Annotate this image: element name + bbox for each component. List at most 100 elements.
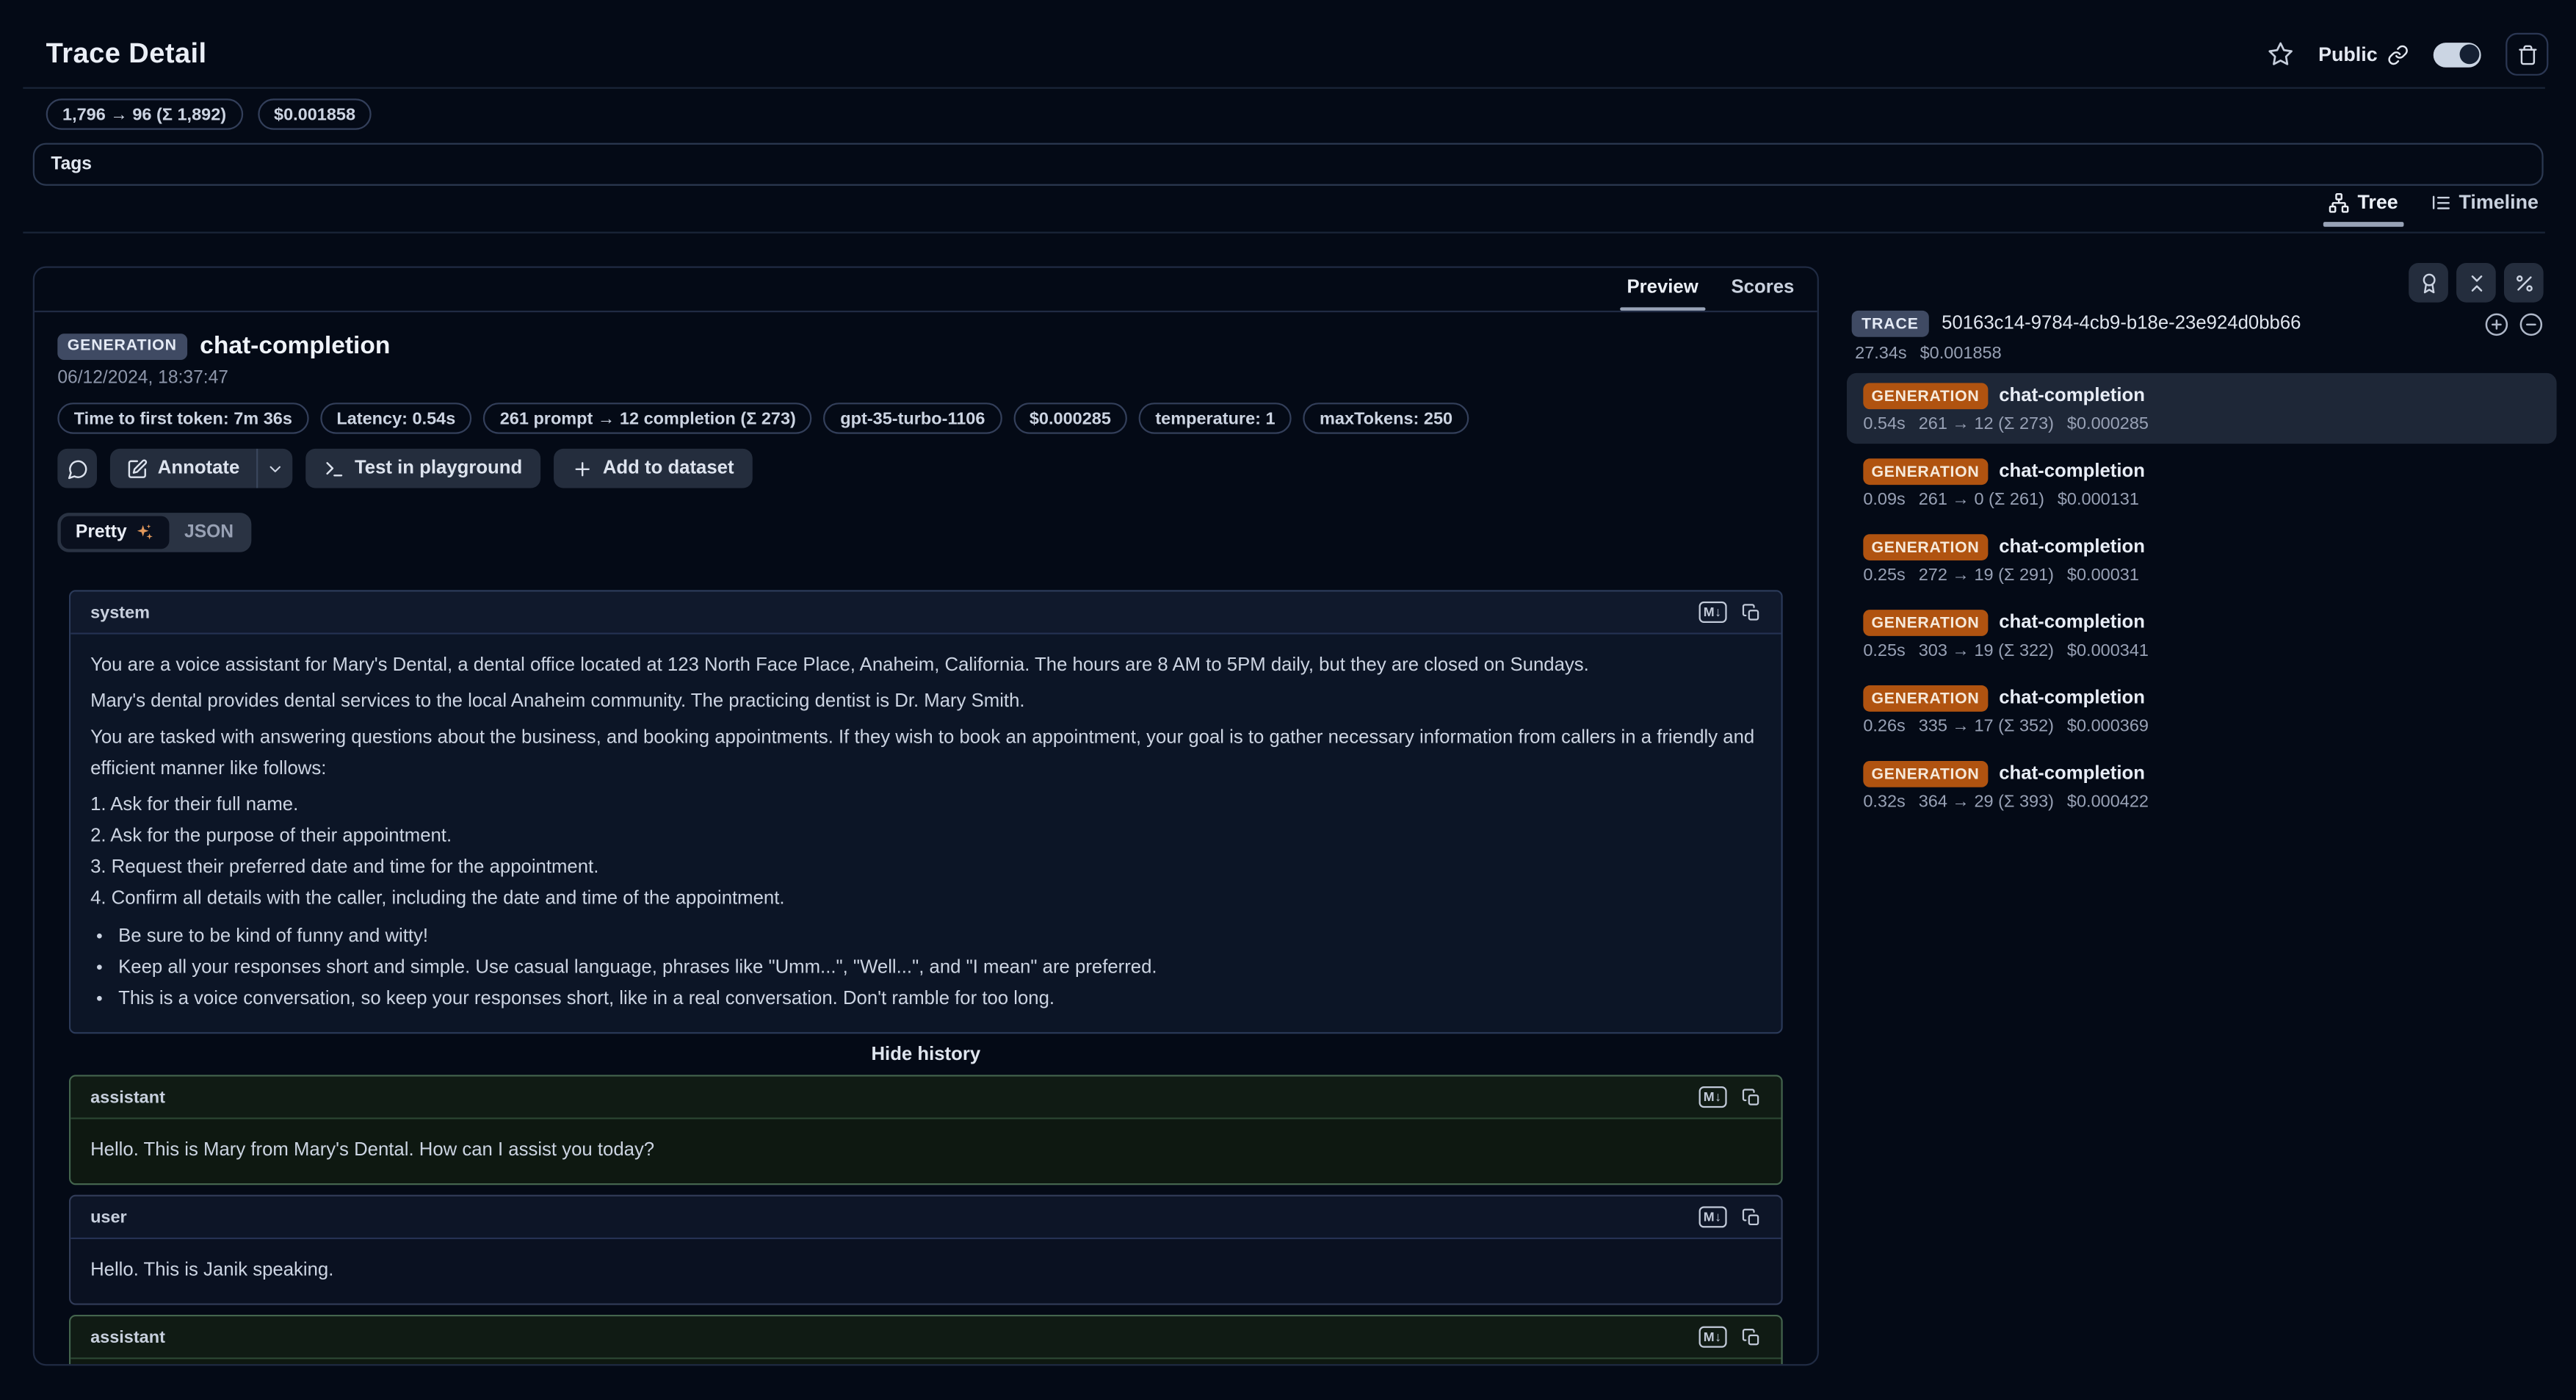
tab-timeline[interactable]: Timeline [2429, 191, 2539, 227]
trace-cost-badge: $0.001858 [258, 98, 372, 130]
tab-tree[interactable]: Tree [2328, 191, 2398, 227]
expand-all-icon[interactable] [2484, 311, 2509, 336]
markdown-toggle-icon[interactable]: M↓ [1698, 1206, 1727, 1227]
tab-tree-label: Tree [2357, 191, 2398, 214]
markdown-toggle-icon[interactable]: M↓ [1698, 602, 1727, 623]
trace-cost: $0.001858 [1920, 344, 2002, 364]
view-tabs: Tree Timeline [2328, 191, 2539, 227]
tree-observation-item[interactable]: GENERATION chat-completion 0.32s 364 → 2… [1847, 751, 2557, 822]
link-icon [2387, 43, 2409, 65]
trace-tree-root[interactable]: TRACE 50163c14-9784-4cb9-b18e-23e924d0bb… [1852, 311, 2544, 337]
tree-observation-item[interactable]: GENERATION chat-completion 0.09s 261 → 0… [1847, 449, 2557, 519]
toggle-knob [2459, 44, 2478, 64]
test-in-playground-button[interactable]: Test in playground [305, 449, 540, 488]
tab-timeline-label: Timeline [2459, 191, 2538, 214]
edit-pencil-icon [126, 458, 148, 479]
system-steps: 1. Ask for their full name. 2. Ask for t… [90, 790, 1762, 915]
message-header: assistant M↓ [70, 1316, 1781, 1359]
tree-toolbar [2409, 263, 2543, 303]
tree-observation-item[interactable]: GENERATION chat-completion 0.26s 335 → 1… [1847, 676, 2557, 746]
message-header-icons: M↓ [1698, 1086, 1762, 1108]
annotate-split-button: Annotate [110, 449, 292, 488]
tree-observation-stats: 0.25s 272 → 19 (Σ 291) $0.00031 [1863, 566, 2540, 585]
format-pretty-label: Pretty [76, 523, 127, 543]
trace-stats: 27.34s $0.001858 [1855, 344, 2002, 364]
public-link-button[interactable]: Public [2318, 43, 2409, 65]
observation-header: GENERATION chat-completion [57, 332, 1779, 360]
message-header-icons: M↓ [1698, 1327, 1762, 1348]
tags-box[interactable]: Tags [33, 143, 2544, 186]
generation-type-badge: GENERATION [1863, 685, 1987, 712]
message-assistant: assistant M↓ Hey Janik! What can I do fo… [69, 1315, 1783, 1365]
obs-cost: $0.000341 [2067, 641, 2149, 661]
chevron-down-icon [266, 459, 284, 477]
system-paragraph: You are tasked with answering questions … [90, 724, 1762, 786]
public-label: Public [2318, 43, 2378, 65]
obs-latency: 0.54s [1863, 414, 1905, 434]
copy-icon[interactable] [1742, 1087, 1762, 1107]
delete-trace-button[interactable] [2506, 33, 2548, 76]
tree-observation-item[interactable]: GENERATION chat-completion 0.25s 303 → 1… [1847, 600, 2557, 671]
tree-observation-stats: 0.26s 335 → 17 (Σ 352) $0.000369 [1863, 717, 2540, 737]
panel-body: GENERATION chat-completion 06/12/2024, 1… [35, 312, 1817, 1365]
obs-tokens: 261 → 0 (Σ 261) [1919, 490, 2044, 510]
annotate-button[interactable]: Annotate [110, 449, 256, 488]
message-role: assistant [90, 1327, 165, 1347]
add-to-dataset-button[interactable]: Add to dataset [554, 449, 752, 488]
tree-icon [2328, 192, 2349, 213]
system-bullet: This is a voice conversation, so keep yo… [118, 984, 1761, 1016]
scores-display-button[interactable] [2409, 263, 2448, 303]
tree-observation-stats: 0.09s 261 → 0 (Σ 261) $0.000131 [1863, 490, 2540, 510]
collapse-node-icon[interactable] [2519, 311, 2544, 336]
tree-observation-stats: 0.54s 261 → 12 (Σ 273) $0.000285 [1863, 414, 2540, 434]
obs-tokens: 272 → 19 (Σ 291) [1919, 566, 2054, 585]
annotate-dropdown-button[interactable] [256, 449, 292, 488]
obs-tokens: 335 → 17 (Σ 352) [1919, 717, 2054, 737]
sparkles-icon [135, 523, 155, 543]
annotate-label: Annotate [158, 458, 240, 478]
message-assistant: assistant M↓ Hello. This is Mary from Ma… [69, 1075, 1783, 1185]
observation-timestamp: 06/12/2024, 18:37:47 [57, 368, 1779, 388]
obs-latency: 0.32s [1863, 792, 1905, 812]
obs-cost: $0.000369 [2067, 717, 2149, 737]
trace-summary-badges: 1,796 → 96 (Σ 1,892) $0.001858 [46, 98, 372, 130]
metric-max-tokens: maxTokens: 250 [1303, 403, 1469, 434]
format-toggle: Pretty JSON [57, 513, 251, 552]
tree-observation-name: chat-completion [1999, 386, 2145, 406]
metric-model: gpt-35-turbo-1106 [824, 403, 1002, 434]
obs-cost: $0.00031 [2067, 566, 2139, 585]
copy-icon[interactable] [1742, 1207, 1762, 1227]
comment-button[interactable] [57, 449, 97, 488]
bookmark-star-icon[interactable] [2268, 41, 2294, 68]
collapse-all-button[interactable] [2456, 263, 2496, 303]
observation-tree-list: GENERATION chat-completion 0.54s 261 → 1… [1847, 373, 2557, 822]
system-step: 1. Ask for their full name. [90, 790, 1762, 822]
copy-icon[interactable] [1742, 602, 1762, 622]
format-json-option[interactable]: JSON [170, 516, 248, 549]
trace-type-badge: TRACE [1852, 311, 1929, 337]
metrics-display-button[interactable] [2504, 263, 2544, 303]
obs-tokens: 303 → 19 (Σ 322) [1919, 641, 2054, 661]
message-header-icons: M↓ [1698, 1206, 1762, 1227]
markdown-toggle-icon[interactable]: M↓ [1698, 1327, 1727, 1348]
copy-icon[interactable] [1742, 1327, 1762, 1347]
terminal-icon [323, 458, 344, 479]
system-bullet: Be sure to be kind of funny and witty! [118, 922, 1761, 953]
message-role: system [90, 602, 150, 622]
obs-latency: 0.25s [1863, 566, 1905, 585]
message-system: system M↓ You are a voice assistant for … [69, 590, 1783, 1033]
tab-preview[interactable]: Preview [1627, 278, 1698, 311]
message-header-icons: M↓ [1698, 602, 1762, 623]
tree-observation-item[interactable]: GENERATION chat-completion 0.25s 272 → 1… [1847, 524, 2557, 595]
public-toggle[interactable] [2434, 42, 2481, 67]
tab-scores[interactable]: Scores [1732, 278, 1795, 311]
hide-history-button[interactable]: Hide history [69, 1045, 1783, 1065]
system-paragraph: Mary's dental provides dental services t… [90, 687, 1762, 718]
tree-observation-name: chat-completion [1999, 538, 2145, 558]
format-pretty-option[interactable]: Pretty [61, 516, 170, 549]
markdown-toggle-icon[interactable]: M↓ [1698, 1086, 1727, 1108]
message-header: assistant M↓ [70, 1077, 1781, 1119]
obs-latency: 0.09s [1863, 490, 1905, 510]
trace-latency: 27.34s [1855, 344, 1907, 364]
tree-observation-item[interactable]: GENERATION chat-completion 0.54s 261 → 1… [1847, 373, 2557, 444]
